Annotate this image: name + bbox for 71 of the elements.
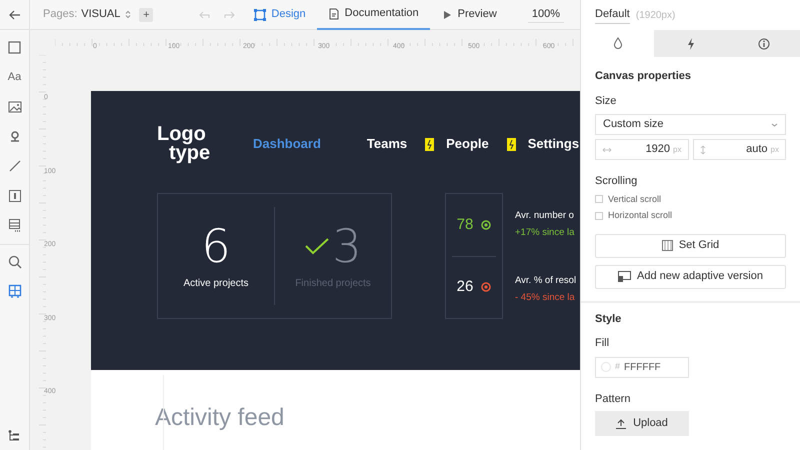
add-page-button[interactable]: +	[139, 8, 154, 22]
section-title: Canvas properties	[595, 69, 692, 84]
mode-tab[interactable]: Preview	[430, 0, 508, 30]
width-field[interactable]: 1920 px	[595, 139, 688, 160]
section-heading: Activity feed	[155, 403, 286, 433]
hierarchy-icon	[8, 430, 20, 442]
nav-link[interactable]: Dashboard	[253, 134, 321, 154]
field-label: Pattern	[595, 392, 632, 406]
stepper-icon	[125, 10, 132, 19]
line-icon	[8, 159, 22, 173]
logo-text: type	[169, 144, 212, 163]
device-icon	[618, 271, 632, 282]
back-arrow-icon	[8, 10, 20, 20]
frame-icon	[254, 8, 266, 20]
layers-button[interactable]	[8, 430, 20, 442]
search-icon	[8, 254, 22, 268]
checkbox-label: Vertical scroll	[608, 192, 662, 206]
metric-value: 26	[456, 277, 474, 297]
document-icon	[328, 8, 340, 20]
frame-icon	[8, 188, 22, 202]
lightning-icon	[686, 38, 694, 50]
tool-button[interactable]: Aa	[4, 66, 26, 88]
height-field[interactable]: auto px	[692, 139, 786, 160]
nav-link[interactable]: Teams	[366, 134, 408, 154]
grid-icon	[662, 240, 673, 251]
vertical-arrows-icon	[700, 144, 706, 154]
metric-change: - 45% since la	[515, 291, 576, 305]
field-label: Fill	[595, 336, 610, 351]
breakpoint-size: (1920px)	[636, 8, 676, 22]
nav-link[interactable]: People	[446, 134, 489, 154]
table-icon	[8, 218, 22, 232]
metric-title: Avr. number o	[515, 208, 575, 223]
undo-icon	[199, 10, 210, 18]
metric-value: 78	[456, 214, 474, 234]
field-label: Size	[595, 94, 618, 108]
nav-link[interactable]: Settings	[528, 134, 580, 154]
drop-icon	[612, 37, 622, 50]
upload-button[interactable]: Upload	[595, 411, 689, 436]
action-button[interactable]: Add new adaptive version	[595, 264, 786, 288]
stat-value: 6	[201, 222, 231, 270]
checkbox-label: Horizontal scroll	[608, 209, 672, 222]
layout-icon	[8, 284, 22, 298]
stat-label: Active projects	[183, 276, 249, 290]
checkbox[interactable]	[595, 212, 603, 220]
horizontal-arrows-icon	[602, 146, 612, 152]
fill-field[interactable]: # FFFFFF	[595, 356, 689, 378]
action-button[interactable]: Set Grid	[595, 234, 786, 258]
upload-icon	[616, 418, 626, 428]
unit-label: px	[770, 144, 779, 156]
metric-change: +17% since la	[515, 226, 576, 240]
checkbox[interactable]	[595, 195, 603, 204]
target-icon	[481, 282, 492, 292]
info-icon	[758, 38, 770, 50]
section-title: Style	[595, 312, 622, 326]
stat-value: 3	[332, 222, 362, 270]
field-label: Scrolling	[595, 174, 638, 189]
image-icon	[8, 100, 22, 114]
redo-icon	[224, 10, 236, 18]
zoom-level[interactable]: 100%	[528, 6, 564, 24]
chevron-down-icon	[771, 122, 778, 126]
stat-label: Finished projects	[295, 276, 371, 290]
page-select[interactable]: VISUAL	[81, 6, 132, 23]
size-select[interactable]: Custom size	[595, 114, 786, 135]
mode-tab[interactable]: Design	[243, 0, 317, 30]
rectangle-icon	[8, 41, 22, 55]
metric-title: Avr. % of resol	[515, 274, 576, 288]
breakpoint-select[interactable]: Default	[595, 6, 630, 24]
target-icon	[481, 220, 492, 230]
logo-text: Logo	[157, 125, 207, 144]
unit-label: px	[673, 144, 682, 156]
pages-label: Pages:	[43, 7, 78, 22]
